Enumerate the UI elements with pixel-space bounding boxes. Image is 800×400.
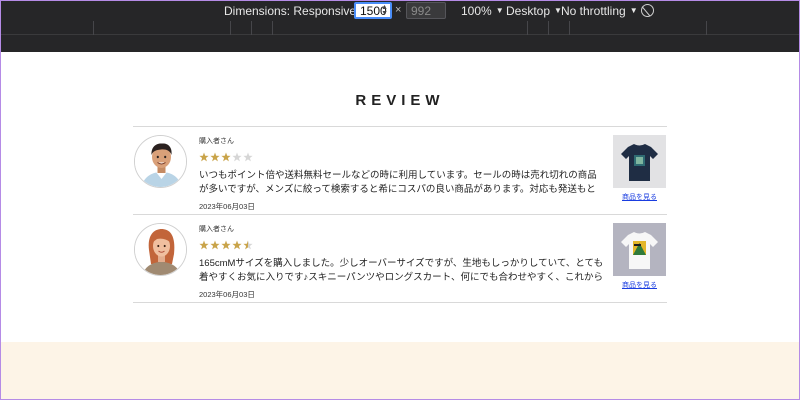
review-list: 購入者さん いつもポイント倍や送料無料セールなどの時に利用しています。セールの時… [133,126,667,303]
product-thumbnail[interactable] [613,135,666,188]
height-placeholder: 992 [411,3,432,18]
reviewer-name: 購入者さん [199,226,234,233]
woman-avatar [134,223,187,276]
zoom-dropdown[interactable]: 100% ▼ [461,3,504,18]
media-query-bar[interactable] [0,21,800,35]
width-input[interactable]: 1500 ▲ ▼ [354,2,392,19]
device-label: Desktop [506,3,551,18]
star-icon [243,152,253,162]
footer-band [0,342,800,400]
review-date: 2023年06月03日 [199,202,255,211]
caret-down-icon: ▼ [495,6,504,15]
section-title: REVIEW [355,92,445,109]
caret-down-icon: ▼ [629,6,638,15]
star-rating [199,240,604,251]
ruler [0,36,800,52]
review-date: 2023年06月03日 [199,290,255,299]
rotate-icon[interactable] [641,4,654,17]
review-item: 購入者さん 165cmMサイズを購入しました。少しオーバーサイズですが、生地もし… [133,215,667,303]
zoom-label: 100% [461,3,492,18]
dimensions-dropdown[interactable]: Dimensions: Responsive ▼ [224,3,368,18]
view-product-link[interactable]: 商品を見る [613,280,666,290]
review-text: 165cmMサイズを購入しました。少しオーバーサイズですが、生地もしっかりしてい… [199,258,604,283]
star-icon [243,240,253,250]
throttling-label: No throttling [561,3,626,18]
responsive-toolbar: Dimensions: Responsive ▼ 1500 ▲▼ × 992 1… [0,0,800,21]
height-input[interactable]: 992 [406,2,446,19]
star-icon [221,240,231,250]
star-icon [199,240,209,250]
star-icon [232,152,242,162]
man-avatar [134,135,187,188]
star-icon [221,152,231,162]
star-rating [199,152,604,163]
devtools-bar: Dimensions: Responsive ▼ 1500 ▲▼ × 992 1… [0,0,800,52]
star-icon [210,152,220,162]
star-icon [199,152,209,162]
throttling-dropdown[interactable]: No throttling ▼ [561,3,638,18]
review-item: 購入者さん いつもポイント倍や送料無料セールなどの時に利用しています。セールの時… [133,127,667,215]
stepper-icon[interactable]: ▲ ▼ [381,4,388,17]
reviewer-name: 購入者さん [199,138,234,145]
view-product-link[interactable]: 商品を見る [613,192,666,202]
device-dropdown[interactable]: Desktop ▼ [506,3,562,18]
page-viewport: REVIEW 購入者さん いつもポイント倍や送料無料セールなどの時に利用していま… [0,52,800,400]
review-body: 購入者さん 165cmMサイズを購入しました。少しオーバーサイズですが、生地もし… [199,224,604,300]
product-thumbnail[interactable] [613,223,666,276]
review-text: いつもポイント倍や送料無料セールなどの時に利用しています。セールの時は売れ切れの… [199,170,597,195]
dimensions-label: Dimensions: Responsive [224,3,357,18]
star-icon [232,240,242,250]
star-icon [210,240,220,250]
times-separator: × [395,4,402,16]
review-body: 購入者さん いつもポイント倍や送料無料セールなどの時に利用しています。セールの時… [199,136,604,212]
